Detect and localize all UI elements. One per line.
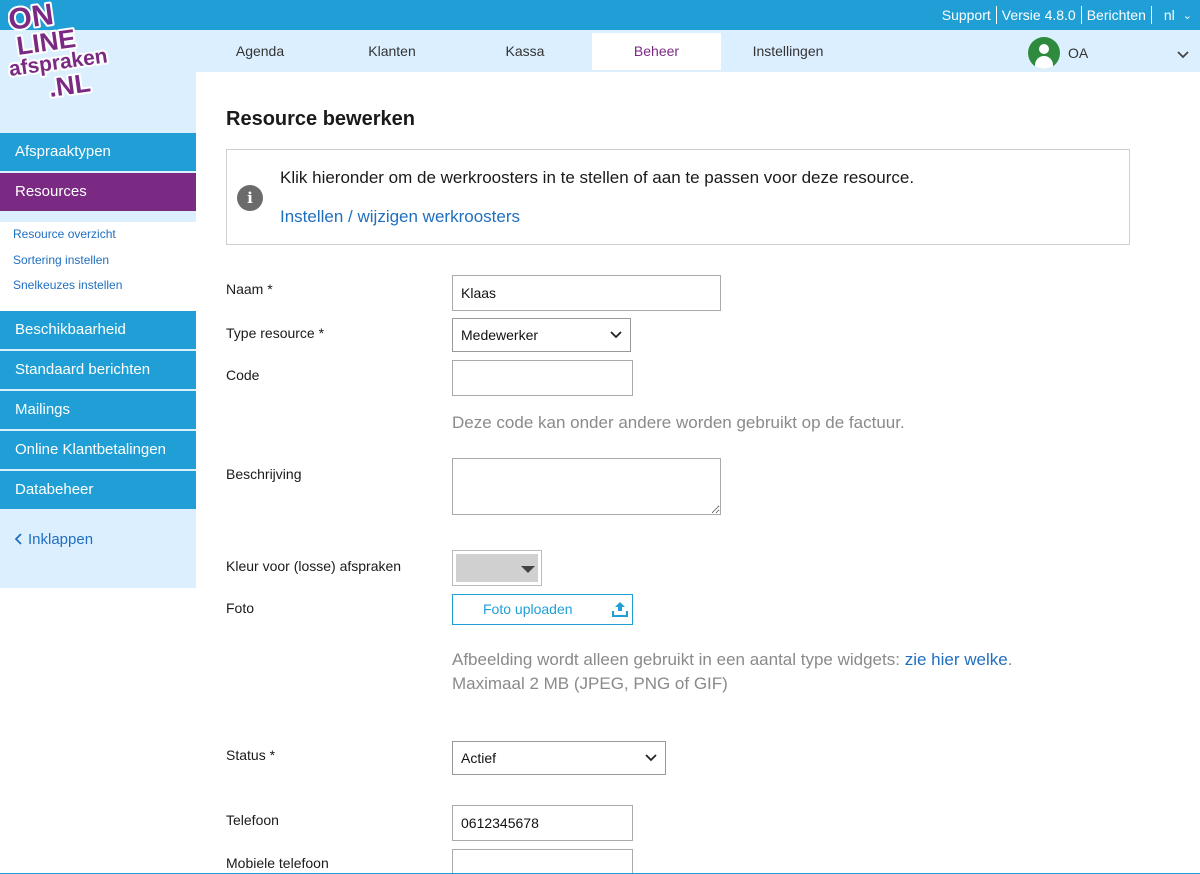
user-initials: OA — [1068, 45, 1089, 61]
beschrijving-label: Beschrijving — [226, 466, 302, 482]
foto-hint: Afbeelding wordt alleen gebruikt in een … — [452, 650, 1013, 669]
foto-hint-size: Maximaal 2 MB (JPEG, PNG of GIF) — [452, 674, 728, 693]
sidebar-item-online-klantbetalingen[interactable]: Online Klantbetalingen — [0, 431, 196, 469]
type-resource-select[interactable]: Medewerker — [452, 318, 631, 352]
collapse-label: Inklappen — [28, 531, 94, 548]
tab-kassa[interactable]: Kassa — [470, 33, 580, 70]
language-label: nl — [1163, 7, 1175, 23]
kleur-picker[interactable] — [452, 550, 542, 586]
upload-icon — [612, 602, 628, 617]
info-text: Klik hieronder om de werkroosters in te … — [280, 168, 915, 187]
beschrijving-textarea[interactable] — [452, 458, 721, 515]
tab-agenda[interactable]: Agenda — [205, 33, 315, 70]
status-select[interactable]: Actief — [452, 741, 666, 775]
tab-instellingen[interactable]: Instellingen — [733, 33, 843, 70]
chevron-left-icon — [14, 533, 22, 545]
status-value: Actief — [461, 750, 497, 766]
sidebar-item-standaard-berichten[interactable]: Standaard berichten — [0, 351, 196, 389]
caret-down-icon — [521, 566, 535, 573]
code-label: Code — [226, 367, 260, 383]
page-title: Resource bewerken — [226, 108, 415, 130]
foto-label: Foto — [226, 600, 255, 616]
chevron-down-icon: ⌄ — [1182, 9, 1192, 22]
foto-upload-button[interactable]: Foto uploaden — [452, 594, 633, 625]
status-label: Status * — [226, 747, 276, 763]
sidebar-item-afspraaktypen[interactable]: Afspraaktypen — [0, 133, 196, 171]
sidebar-subitems: Resource overzicht Sortering instellen S… — [0, 222, 196, 300]
tab-klanten[interactable]: Klanten — [337, 33, 447, 70]
kleur-label: Kleur voor (losse) afspraken — [226, 558, 402, 574]
zie-hier-welke-link[interactable]: zie hier welke — [905, 650, 1008, 669]
top-utility-bar: Support Versie 4.8.0 Berichten nl ⌄ — [0, 0, 1200, 30]
sidebar-item-resources[interactable]: Resources — [0, 173, 196, 211]
sidebar-collapse-link[interactable]: Inklappen — [14, 531, 93, 548]
sidebar-item-beschikbaarheid[interactable]: Beschikbaarheid — [0, 311, 196, 349]
code-input[interactable] — [452, 360, 633, 396]
sidebar-sub-snelkeuzes[interactable]: Snelkeuzes instellen — [13, 273, 196, 299]
sidebar-item-mailings[interactable]: Mailings — [0, 391, 196, 429]
telefoon-input[interactable] — [452, 805, 633, 841]
utility-links: Support Versie 4.8.0 Berichten nl ⌄ — [937, 0, 1200, 30]
sidebar-sub-resource-overzicht[interactable]: Resource overzicht — [13, 222, 196, 248]
user-menu[interactable]: OA — [1028, 37, 1088, 69]
version-link[interactable]: Versie 4.8.0 — [997, 6, 1082, 24]
language-selector[interactable]: nl ⌄ — [1152, 7, 1200, 23]
chevron-down-icon[interactable] — [1176, 50, 1190, 60]
sidebar-sub-sortering[interactable]: Sortering instellen — [13, 248, 196, 274]
main-nav: Agenda Klanten Kassa Beheer Instellingen… — [0, 30, 1200, 72]
brand-logo[interactable]: ON LINE afspraken .NL — [8, 0, 138, 100]
sidebar-item-databeheer[interactable]: Databeheer — [0, 471, 196, 509]
naam-label: Naam * — [226, 281, 273, 297]
type-resource-value: Medewerker — [461, 327, 539, 343]
info-icon: i — [237, 185, 263, 211]
chevron-down-icon — [610, 331, 622, 339]
mobiele-telefoon-label: Mobiele telefoon — [226, 855, 329, 871]
telefoon-label: Telefoon — [226, 812, 279, 828]
type-resource-label: Type resource * — [226, 325, 325, 341]
info-box: i Klik hieronder om de werkroosters in t… — [226, 149, 1130, 245]
code-hint: Deze code kan onder andere worden gebrui… — [452, 413, 905, 432]
messages-link[interactable]: Berichten — [1082, 6, 1152, 24]
foto-upload-label: Foto uploaden — [483, 601, 573, 617]
mobiele-telefoon-input[interactable] — [452, 849, 633, 874]
avatar — [1028, 37, 1060, 69]
tab-beheer[interactable]: Beheer — [592, 33, 721, 70]
werkroosters-link[interactable]: Instellen / wijzigen werkroosters — [280, 207, 520, 227]
naam-input[interactable] — [452, 275, 721, 311]
logo-text-nl: .NL — [47, 67, 93, 100]
chevron-down-icon — [645, 754, 657, 762]
support-link[interactable]: Support — [937, 6, 997, 24]
